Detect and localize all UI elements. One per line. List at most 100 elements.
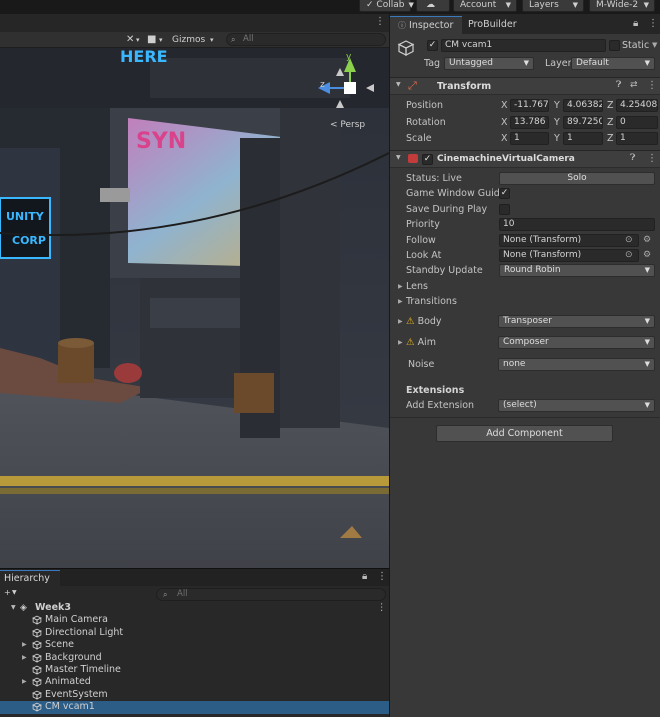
cinemachine-camera-icon	[408, 154, 418, 163]
aim-row: ▶ ⚠ Aim Composer ▼	[390, 335, 660, 350]
more-options-icon[interactable]: ⋮	[648, 18, 658, 29]
expand-arrow-icon[interactable]: ▶	[398, 335, 406, 350]
gear-icon[interactable]: ⚙	[643, 233, 651, 248]
status-row: Status: Live Solo	[390, 171, 660, 186]
chevron-down-icon[interactable]: ▾	[159, 33, 163, 47]
neon-sign-text: CORP	[12, 234, 46, 247]
expand-arrow-icon[interactable]: ▶	[22, 676, 27, 688]
gear-icon[interactable]: ⚙	[643, 248, 651, 263]
divider	[390, 417, 660, 418]
priority-input[interactable]: 10	[499, 218, 655, 231]
more-options-icon[interactable]: ⋮	[375, 16, 385, 27]
transform-header[interactable]: ▼ ⤢ Transform ❓︎ ⇄ ⋮	[390, 77, 660, 95]
more-options-icon[interactable]: ⋮	[647, 153, 657, 164]
chevron-down-icon[interactable]: ▾	[210, 33, 214, 47]
help-icon[interactable]: ❓︎	[616, 80, 621, 90]
object-picker-icon[interactable]: ⊙	[625, 248, 633, 263]
layout-dropdown[interactable]: M-Wide-2 ▼	[589, 0, 655, 12]
scene-view[interactable]: SYN UNITY CORP HERE y z < Persp	[0, 48, 389, 568]
vcam-header[interactable]: ▼ ✓ CinemachineVirtualCamera ❓︎ ⋮	[390, 150, 660, 168]
noise-dropdown[interactable]: none ▼	[498, 358, 655, 371]
hierarchy-search-input[interactable]: ⌕ All	[156, 588, 386, 601]
body-dropdown[interactable]: Transposer ▼	[498, 315, 655, 328]
hierarchy-tab-bar: Hierarchy 🔒︎ ⋮	[0, 569, 389, 586]
hierarchy-item[interactable]: Directional Light	[0, 627, 389, 639]
priority-row: Priority 10	[390, 217, 660, 232]
tag-dropdown[interactable]: Untagged ▼	[444, 57, 534, 70]
position-z-field[interactable]: 4.25408	[616, 99, 658, 112]
account-dropdown[interactable]: Account ▼	[453, 0, 517, 12]
help-icon[interactable]: ❓︎	[630, 153, 635, 163]
gameobject-cube-icon	[32, 678, 42, 687]
object-name-input[interactable]: CM vcam1	[441, 39, 606, 52]
gizmo-axis-label: y	[346, 52, 352, 62]
expand-arrow-icon[interactable]: ▶	[22, 652, 27, 664]
rotation-y-field[interactable]: 89.7250	[563, 116, 603, 129]
chevron-down-icon[interactable]: ▾	[136, 33, 140, 47]
scene-toolbar: ✕ ▾ ■ ▾ Gizmos ▾ ⌕ All	[0, 32, 389, 48]
more-options-icon[interactable]: ⋮	[377, 571, 387, 582]
object-picker-icon[interactable]: ⊙	[625, 233, 633, 248]
more-options-icon[interactable]: ⋮	[377, 602, 387, 614]
more-options-icon[interactable]: ⋮	[647, 80, 657, 91]
chevron-down-icon[interactable]: ▼	[12, 589, 17, 596]
tab-probuilder[interactable]: ProBuilder	[468, 16, 517, 34]
lock-icon[interactable]: 🔒︎	[362, 571, 367, 582]
hierarchy-item[interactable]: Master Timeline	[0, 664, 389, 676]
add-extension-dropdown[interactable]: (select) ▼	[498, 399, 655, 412]
layer-dropdown[interactable]: Default ▼	[571, 57, 655, 70]
hierarchy-item[interactable]: ▶ Animated	[0, 676, 389, 688]
projection-toggle[interactable]: < Persp	[330, 120, 365, 130]
hierarchy-item[interactable]: CM vcam1	[0, 701, 389, 714]
expand-arrow-icon[interactable]: ▶	[22, 639, 27, 651]
add-component-button[interactable]: Add Component	[436, 425, 613, 442]
hierarchy-item[interactable]: ▶ Background	[0, 652, 389, 664]
scale-z-field[interactable]: 1	[616, 132, 658, 145]
chevron-down-icon[interactable]: ▼	[652, 41, 657, 49]
layers-dropdown[interactable]: Layers ▼	[522, 0, 584, 12]
chevron-down-icon: ▼	[644, 317, 650, 325]
tab-inspector[interactable]: ⓘ Inspector	[390, 16, 462, 34]
inspector-tab-bar: ⓘ Inspector ProBuilder 🔒︎ ⋮	[390, 14, 660, 34]
solo-button[interactable]: Solo	[499, 172, 655, 185]
transform-icon: ⤢	[408, 79, 417, 92]
gameobject-cube-icon	[32, 628, 42, 638]
check-icon: ✓	[366, 0, 374, 10]
scale-x-field[interactable]: 1	[510, 132, 549, 145]
camera-icon[interactable]: ■	[147, 33, 156, 47]
expand-arrow-icon[interactable]: ▶	[398, 314, 406, 329]
transitions-foldout[interactable]: ▶ Transitions	[390, 294, 660, 309]
collab-button[interactable]: ✓ Collab ▼	[359, 0, 414, 12]
game-window-guides-checkbox[interactable]: ✓	[499, 188, 510, 199]
scale-y-field[interactable]: 1	[563, 132, 603, 145]
lens-foldout[interactable]: ▶ Lens	[390, 279, 660, 294]
position-x-field[interactable]: -11.767C	[510, 99, 549, 112]
lock-icon[interactable]: 🔒︎	[633, 18, 638, 29]
gizmos-dropdown[interactable]: Gizmos	[172, 33, 205, 47]
rotation-x-field[interactable]: 13.786	[510, 116, 549, 129]
preset-icon[interactable]: ⇄	[630, 80, 638, 90]
static-checkbox[interactable]	[609, 40, 620, 51]
save-during-play-checkbox[interactable]	[499, 204, 510, 215]
rotation-z-field[interactable]: 0	[616, 116, 658, 129]
expand-arrow-icon[interactable]: ▼	[11, 602, 16, 614]
hierarchy-item[interactable]: Main Camera	[0, 614, 389, 626]
add-extension-row: Add Extension (select) ▼	[390, 398, 660, 413]
active-checkbox[interactable]: ✓	[427, 40, 438, 51]
vcam-enabled-checkbox[interactable]: ✓	[422, 154, 433, 165]
cloud-button[interactable]: ☁	[416, 0, 450, 12]
position-y-field[interactable]: 4.06382	[563, 99, 603, 112]
add-icon[interactable]: +	[4, 588, 11, 597]
tab-hierarchy[interactable]: Hierarchy	[0, 570, 60, 586]
scene-search-input[interactable]: ⌕ All	[226, 33, 386, 46]
extensions-heading: Extensions	[406, 385, 465, 396]
aim-dropdown[interactable]: Composer ▼	[498, 336, 655, 349]
tools-icon[interactable]: ✕	[126, 33, 134, 47]
follow-object-field[interactable]: None (Transform)	[499, 234, 639, 247]
standby-dropdown[interactable]: Round Robin ▼	[499, 264, 655, 277]
hierarchy-scene-root[interactable]: ▼ ◈ Week3 ⋮	[0, 602, 389, 614]
lookat-object-field[interactable]: None (Transform)	[499, 249, 639, 262]
info-icon: ⓘ	[398, 21, 406, 30]
hierarchy-item[interactable]: EventSystem	[0, 689, 389, 701]
hierarchy-item[interactable]: ▶ Scene	[0, 639, 389, 651]
